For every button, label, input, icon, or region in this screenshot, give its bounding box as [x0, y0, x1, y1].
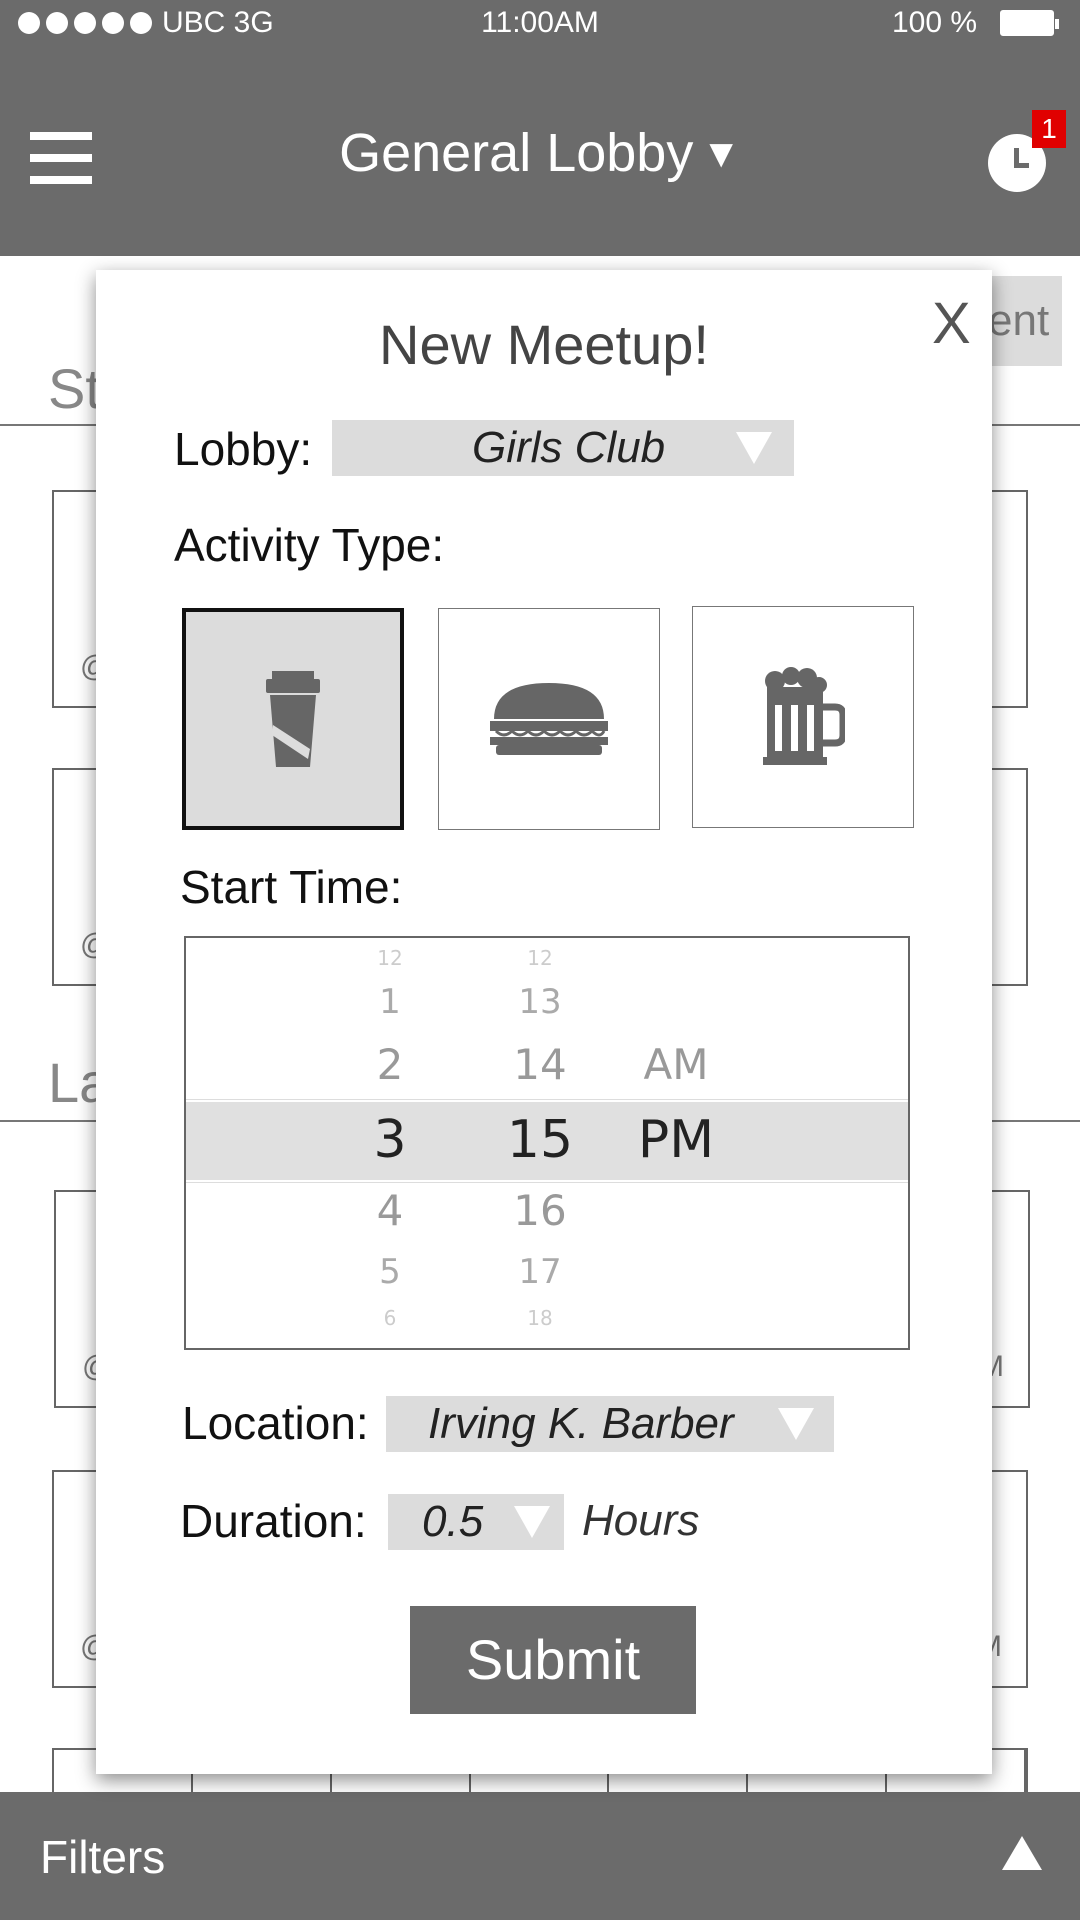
picker-pm-selected[interactable]: PM: [606, 1110, 746, 1170]
notification-badge: 1: [1032, 110, 1066, 148]
lobby-value: Girls Club: [472, 423, 666, 472]
activity-drinks-option[interactable]: [692, 606, 914, 828]
duration-unit: Hours: [582, 1496, 700, 1545]
picker-hour[interactable]: 12: [340, 946, 440, 970]
duration-label: Duration:: [180, 1495, 367, 1547]
picker-minute[interactable]: 14: [490, 1040, 590, 1089]
chevron-down-icon: [778, 1408, 814, 1440]
chevron-up-icon[interactable]: [1002, 1836, 1042, 1870]
lobby-title: General Lobby: [339, 123, 694, 183]
picker-minute[interactable]: 16: [490, 1186, 590, 1235]
picker-hour[interactable]: 4: [340, 1186, 440, 1235]
picker-am[interactable]: AM: [606, 1040, 746, 1089]
new-meetup-dialog: X New Meetup! Lobby: Girls Club Activity…: [96, 270, 992, 1774]
activity-type-label: Activity Type:: [174, 519, 445, 571]
filters-label: Filters: [40, 1831, 166, 1883]
picker-hour-selected[interactable]: 3: [340, 1110, 440, 1170]
beer-mug-icon: [763, 667, 845, 765]
start-time-label: Start Time:: [180, 861, 403, 913]
battery-percent: 100 %: [892, 6, 978, 39]
activity-coffee-option[interactable]: [182, 608, 404, 830]
picker-hour[interactable]: 5: [340, 1252, 440, 1292]
lobby-label: Lobby:: [174, 423, 313, 475]
picker-minute[interactable]: 17: [490, 1252, 590, 1292]
location-dropdown[interactable]: Irving K. Barber: [386, 1396, 834, 1452]
coffee-cup-icon: [266, 671, 320, 767]
duration-dropdown[interactable]: 0.5: [388, 1494, 564, 1550]
submit-button[interactable]: Submit: [410, 1606, 696, 1714]
chevron-down-icon: ▼: [701, 132, 741, 176]
picker-hour[interactable]: 2: [340, 1040, 440, 1089]
filters-bar[interactable]: Filters: [0, 1792, 1080, 1920]
picker-divider: [186, 1182, 908, 1183]
picker-minute-selected[interactable]: 15: [490, 1110, 590, 1170]
chevron-down-icon: [736, 432, 772, 464]
picker-minute[interactable]: 18: [490, 1306, 590, 1330]
picker-minute[interactable]: 12: [490, 946, 590, 970]
status-bar: UBC 3G 11:00AM 100 %: [0, 0, 1080, 48]
picker-minute[interactable]: 13: [490, 982, 590, 1022]
lobby-dropdown[interactable]: Girls Club: [332, 420, 794, 476]
picker-hour[interactable]: 6: [340, 1306, 440, 1330]
start-time-picker[interactable]: 12 1 2 3 4 5 6 12 13 14 15 16 17 18 AM P…: [184, 936, 910, 1350]
duration-value: 0.5: [422, 1497, 484, 1546]
section-heading: St: [48, 357, 101, 420]
picker-hour[interactable]: 1: [340, 982, 440, 1022]
app-header: General Lobby ▼ 1: [0, 48, 1080, 256]
lobby-selector[interactable]: General Lobby ▼: [0, 122, 1080, 184]
picker-divider: [186, 1099, 908, 1100]
activity-food-option[interactable]: [438, 608, 660, 830]
burger-icon: [490, 683, 608, 755]
chevron-down-icon: [514, 1506, 550, 1538]
location-value: Irving K. Barber: [428, 1399, 734, 1448]
dialog-title: New Meetup!: [379, 313, 709, 376]
location-label: Location:: [182, 1397, 369, 1449]
battery-icon: [1000, 10, 1059, 36]
